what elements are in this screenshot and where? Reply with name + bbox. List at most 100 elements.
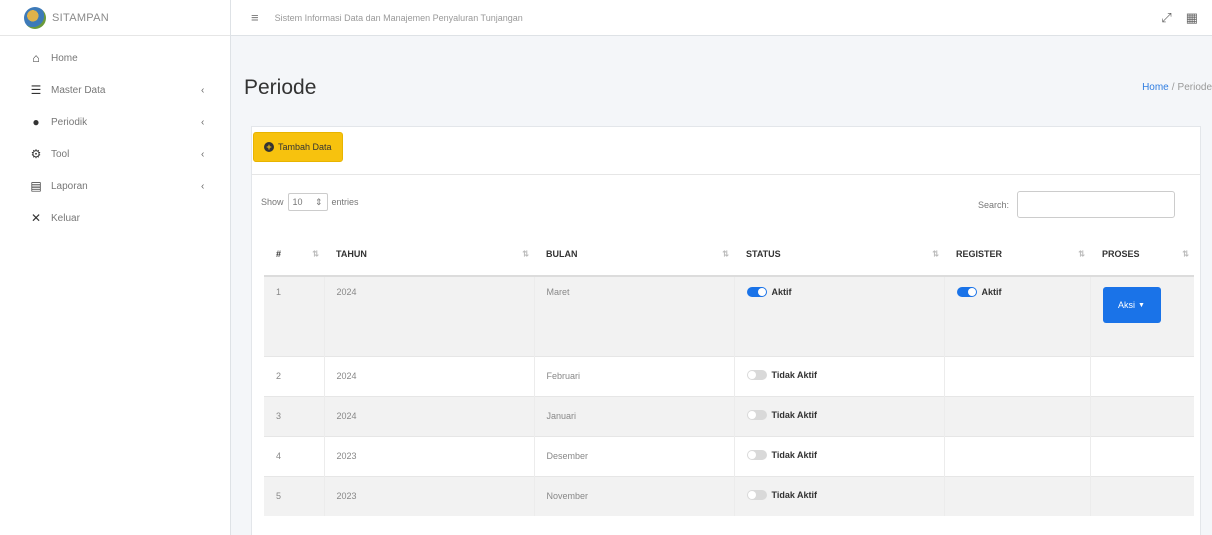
cell-proses <box>1089 355 1194 396</box>
cell-status: Aktif <box>733 275 944 356</box>
sidebar-item-home[interactable]: ⌂ Home <box>0 42 230 74</box>
app-title: Sistem Informasi Data dan Manajemen Peny… <box>274 12 523 23</box>
brand-name: SITAMPAN <box>52 11 109 24</box>
cell-proses <box>1089 395 1194 436</box>
cell-no: 2 <box>264 355 324 396</box>
status-label: Aktif <box>771 287 792 297</box>
cell-tahun: 2023 <box>323 435 534 476</box>
hamburger-menu-icon[interactable]: ≡ <box>251 10 259 25</box>
toggle-track <box>746 287 767 297</box>
cell-proses: Aksi ▼ <box>1089 275 1194 356</box>
status-label: Tidak Aktif <box>771 490 818 501</box>
cell-register <box>943 475 1090 516</box>
add-data-button[interactable]: + Tambah Data <box>253 132 343 162</box>
sidebar-item-laporan[interactable]: ▤ Laporan ‹ <box>0 170 230 202</box>
status-toggle[interactable]: Aktif <box>746 287 792 297</box>
toggle-knob <box>747 411 756 419</box>
toggle-track <box>956 287 977 297</box>
sidebar: SITAMPAN ⌂ Home ☰ Master Data ‹ ● Period… <box>0 0 231 535</box>
search-label: Search: <box>978 199 1010 210</box>
toggle-knob <box>747 451 756 459</box>
breadcrumb-home-link[interactable]: Home <box>1142 82 1169 93</box>
entries-select[interactable]: 10 ⇕ <box>287 193 328 211</box>
page-title: Periode <box>244 76 317 99</box>
column-header-tahun[interactable]: TAHUN ⇅ <box>324 232 534 277</box>
column-header-no[interactable]: # ⇅ <box>264 232 324 277</box>
show-entries: Show 10 ⇕ entries <box>261 193 359 211</box>
column-header-status[interactable]: STATUS ⇅ <box>734 232 944 277</box>
circle-icon: ● <box>32 115 40 129</box>
cell-tahun: 2024 <box>323 275 534 356</box>
breadcrumb-current: Periode <box>1177 82 1212 93</box>
sidebar-item-keluar[interactable]: ✕ Keluar <box>0 202 230 234</box>
register-toggle[interactable]: Aktif <box>956 287 1002 297</box>
aksi-dropdown-button[interactable]: Aksi ▼ <box>1102 287 1161 323</box>
sort-icon: ⇅ <box>932 249 939 258</box>
chevron-left-icon: ‹ <box>201 180 205 192</box>
cell-no: 5 <box>264 475 324 516</box>
cell-bulan: Februari <box>533 355 734 396</box>
status-toggle[interactable]: Tidak Aktif <box>746 450 818 460</box>
select-arrows-icon: ⇕ <box>314 196 323 207</box>
caret-down-icon: ▼ <box>1138 301 1145 309</box>
table-row: 4 2023 Desember Tidak Aktif <box>264 435 1194 476</box>
cell-status: Tidak Aktif <box>733 435 944 476</box>
fullscreen-icon[interactable]: ⤢ <box>1161 10 1171 26</box>
brand-logo-icon <box>24 6 46 29</box>
chevron-left-icon: ‹ <box>201 116 205 128</box>
sidebar-item-label: Periodik <box>51 116 88 128</box>
sort-icon: ⇅ <box>1182 249 1189 258</box>
cell-status: Tidak Aktif <box>733 395 944 436</box>
search-wrap: Search: <box>978 191 1176 218</box>
sidebar-item-label: Home <box>51 52 78 64</box>
periode-table: # ⇅ TAHUN ⇅ BULAN ⇅ STATUS ⇅ REGISTER ⇅ PROSE… <box>264 232 1194 516</box>
sidebar-item-periodik[interactable]: ● Periodik ‹ <box>0 106 230 138</box>
sort-icon: ⇅ <box>312 249 319 258</box>
sort-icon: ⇅ <box>522 249 529 258</box>
search-input[interactable] <box>1017 191 1176 218</box>
cell-tahun: 2023 <box>323 475 534 516</box>
brand[interactable]: SITAMPAN <box>0 0 230 36</box>
column-header-proses[interactable]: PROSES ⇅ <box>1090 232 1194 277</box>
cell-status: Tidak Aktif <box>733 475 944 516</box>
close-icon: ✕ <box>30 211 42 225</box>
plus-circle-icon: + <box>264 142 274 152</box>
cell-no: 4 <box>264 435 324 476</box>
toggle-knob <box>757 288 766 296</box>
sidebar-item-master-data[interactable]: ☰ Master Data ‹ <box>0 74 230 106</box>
cell-bulan: Desember <box>533 435 734 476</box>
breadcrumb: Home / Periode <box>1142 82 1212 93</box>
home-icon: ⌂ <box>32 51 40 65</box>
toggle-track <box>746 450 767 460</box>
cell-tahun: 2024 <box>323 355 534 396</box>
register-label: Aktif <box>981 287 1002 297</box>
status-label: Tidak Aktif <box>771 450 818 460</box>
column-header-bulan[interactable]: BULAN ⇅ <box>534 232 734 277</box>
entries-label: entries <box>331 197 359 207</box>
sidebar-nav: ⌂ Home ☰ Master Data ‹ ● Periodik ‹ ⚙ To… <box>0 36 230 234</box>
add-data-label: Tambah Data <box>278 142 332 152</box>
status-label: Tidak Aktif <box>771 370 818 380</box>
cell-bulan: Maret <box>533 275 734 356</box>
status-toggle[interactable]: Tidak Aktif <box>746 490 818 501</box>
table-row: 2 2024 Februari Tidak Aktif <box>264 355 1194 396</box>
cell-register <box>943 395 1090 436</box>
status-toggle[interactable]: Tidak Aktif <box>746 370 818 380</box>
toggle-knob <box>967 288 976 296</box>
table-row: 1 2024 Maret Aktif Aktif Aksi ▼ <box>264 275 1194 356</box>
status-toggle[interactable]: Tidak Aktif <box>746 410 818 420</box>
sidebar-item-label: Laporan <box>51 180 88 192</box>
column-header-register[interactable]: REGISTER ⇅ <box>944 232 1090 277</box>
cell-proses <box>1089 435 1194 476</box>
table-header-row: # ⇅ TAHUN ⇅ BULAN ⇅ STATUS ⇅ REGISTER ⇅ PROSE… <box>264 232 1194 277</box>
cell-bulan: November <box>533 475 734 516</box>
topbar: ≡ Sistem Informasi Data dan Manajemen Pe… <box>231 0 1212 36</box>
grid-icon[interactable]: ▦ <box>1186 10 1198 26</box>
aksi-label: Aksi <box>1118 300 1136 310</box>
status-label: Tidak Aktif <box>771 410 818 420</box>
cell-bulan: Januari <box>533 395 734 436</box>
breadcrumb-separator: / <box>1171 82 1175 93</box>
toggle-track <box>746 410 767 420</box>
sidebar-item-tool[interactable]: ⚙ Tool ‹ <box>0 138 230 170</box>
periode-card: + Tambah Data Show 10 ⇕ entries Search: … <box>251 126 1201 535</box>
